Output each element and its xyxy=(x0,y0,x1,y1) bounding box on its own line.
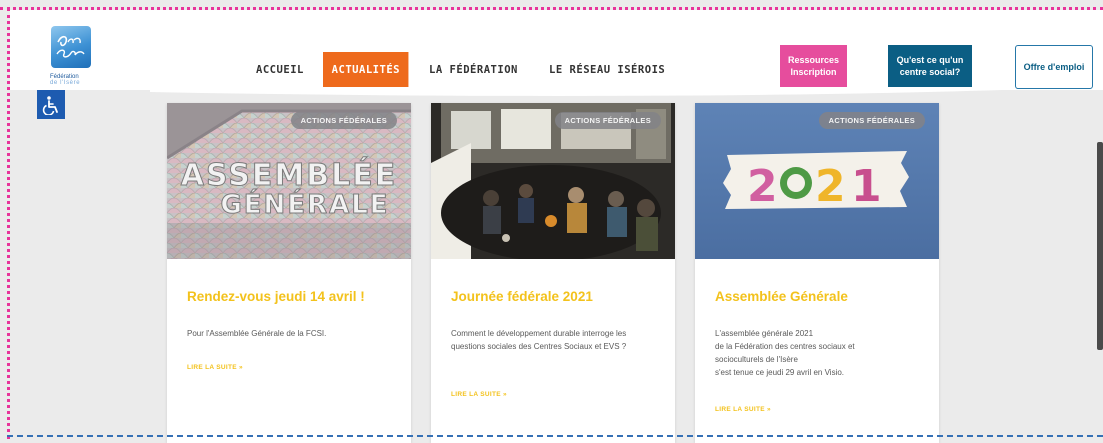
wheelchair-icon xyxy=(42,95,58,115)
social-center-label-2: centre social? xyxy=(899,67,961,77)
social-center-label-1: Qu'est ce qu'un xyxy=(896,55,964,65)
poster-word-2: GÉNÉRALE xyxy=(220,188,389,220)
dotted-frame-top xyxy=(0,7,1103,10)
svg-text:1: 1 xyxy=(851,161,882,212)
accessibility-button[interactable] xyxy=(37,90,65,119)
nav-item-le-reseau-iserois[interactable]: LE RÉSEAU ISÉROIS xyxy=(549,63,665,76)
dotted-frame-left xyxy=(7,8,10,439)
news-card-journee-federale[interactable]: ACTIONS FÉDÉRALES Journée fédérale 2021 … xyxy=(431,103,675,443)
logo-mark-icon xyxy=(51,26,91,68)
poster-word-1: ASSEMBLÉE xyxy=(181,157,397,193)
job-offer-button[interactable]: Offre d'emploi xyxy=(1015,45,1093,89)
what-is-social-center-button[interactable]: Qu'est ce qu'un centre social? xyxy=(888,45,972,87)
inscription-label: Inscription xyxy=(790,67,837,77)
card-excerpt: Comment le développement durable interro… xyxy=(451,329,627,351)
card-title[interactable]: Assemblée Générale xyxy=(715,289,848,304)
nav-item-la-federation[interactable]: LA FÉDÉRATION xyxy=(429,63,518,76)
card-title[interactable]: Rendez-vous jeudi 14 avril ! xyxy=(187,289,365,304)
card-excerpt: Pour l'Assemblée Générale de la FCSI. xyxy=(187,329,327,338)
resources-label: Ressources xyxy=(787,55,840,65)
site-header: Fédération de l'Isère ACCUEIL ACTUALITÉS… xyxy=(10,10,1103,90)
card-image-meeting[interactable]: ACTIONS FÉDÉRALES xyxy=(431,103,675,259)
card-title[interactable]: Journée fédérale 2021 xyxy=(451,289,593,304)
news-card-assemblee-generale[interactable]: 2 2 1 ACTIONS FÉDÉRALES Assemblée Généra… xyxy=(695,103,939,443)
main-nav: ACCUEIL ACTUALITÉS LA FÉDÉRATION LE RÉSE… xyxy=(256,52,697,87)
logo-script-graphic xyxy=(56,35,85,58)
svg-text:2: 2 xyxy=(747,161,778,212)
logo-line-2: de l'Isère xyxy=(50,80,81,86)
read-more-link[interactable]: LIRE LA SUITE » xyxy=(715,406,771,413)
excerpt-line: de la Fédération des centres sociaux et xyxy=(715,342,855,351)
card-image-2021[interactable]: 2 2 1 ACTIONS FÉDÉRALES xyxy=(695,103,939,259)
excerpt-line: socioculturels de l'Isère xyxy=(715,355,798,364)
read-more-link[interactable]: LIRE LA SUITE » xyxy=(187,364,243,371)
resources-inscription-button[interactable]: Ressources Inscription xyxy=(780,45,847,87)
card-image-assemblee[interactable]: ASSEMBLÉE GÉNÉRALE ACTIONS FÉDÉRALES xyxy=(167,103,411,259)
nav-item-actualites[interactable]: ACTUALITÉS xyxy=(322,52,409,87)
excerpt-line: L'assemblée générale 2021 xyxy=(715,329,814,338)
read-more-link[interactable]: LIRE LA SUITE » xyxy=(451,391,507,398)
card-excerpt: L'assemblée générale 2021 de la Fédérati… xyxy=(715,327,925,379)
category-badge[interactable]: ACTIONS FÉDÉRALES xyxy=(290,112,397,129)
page-scrollbar[interactable] xyxy=(1097,142,1103,350)
svg-text:2: 2 xyxy=(815,161,846,212)
dashed-frame-bottom xyxy=(7,435,1103,437)
excerpt-line: s'est tenue ce jeudi 29 avril en Visio. xyxy=(715,368,845,377)
category-badge[interactable]: ACTIONS FÉDÉRALES xyxy=(554,112,661,129)
news-card-rendez-vous[interactable]: ASSEMBLÉE GÉNÉRALE ACTIONS FÉDÉRALES Ren… xyxy=(167,103,411,443)
category-badge[interactable]: ACTIONS FÉDÉRALES xyxy=(818,112,925,129)
nav-item-accueil[interactable]: ACCUEIL xyxy=(256,63,304,76)
